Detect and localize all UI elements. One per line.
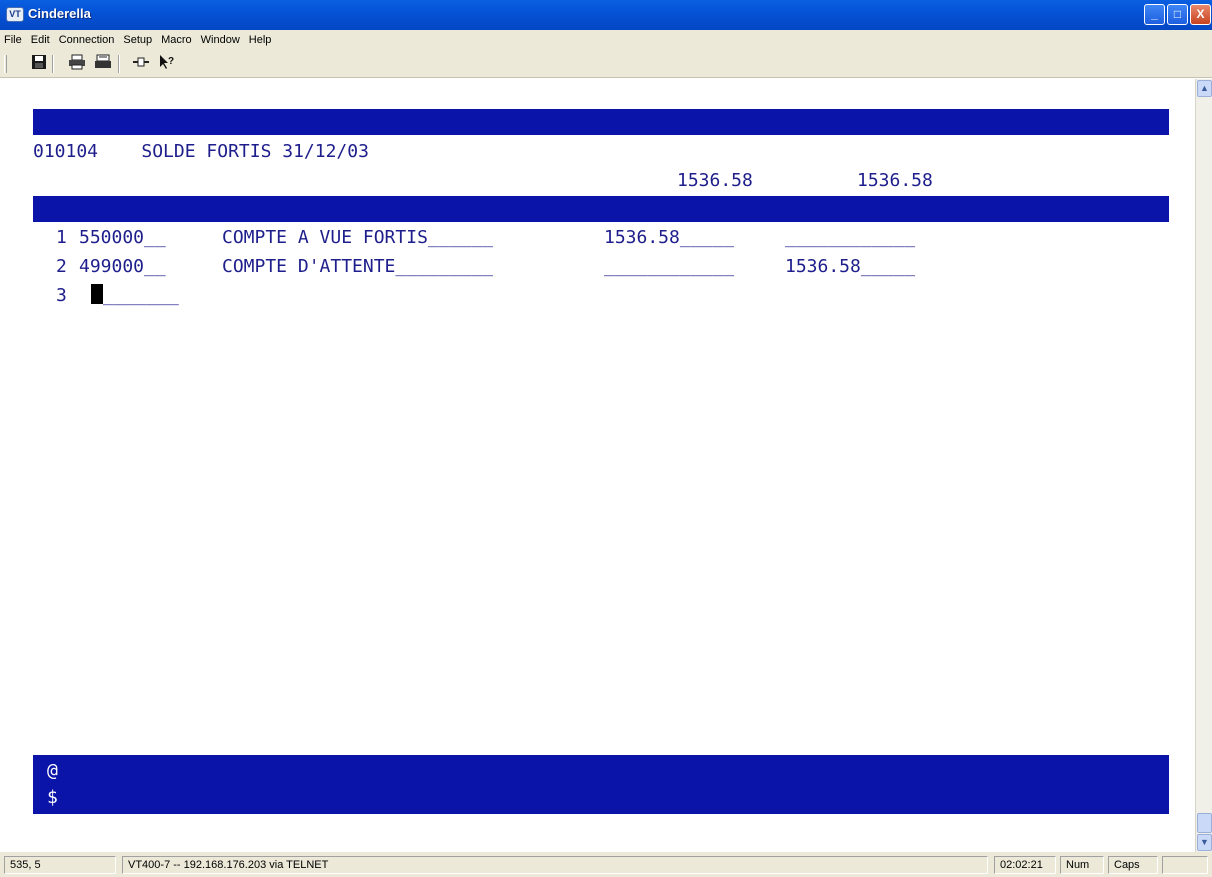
menu-help[interactable]: Help (249, 34, 272, 46)
message-line-1: @ (47, 760, 58, 781)
screen-header-bar: DETAIL POSTE DIVERS SERVITRAVEL DEMO NV. (33, 109, 1169, 184)
total-credit: 1536.58 (857, 170, 933, 191)
description-field[interactable]: COMPTE D'ATTENTE_________ (222, 254, 493, 280)
maximize-button[interactable]: □ (1167, 4, 1188, 25)
close-button[interactable]: X (1190, 4, 1211, 25)
context-help-icon[interactable]: ? (156, 54, 178, 74)
column-credit: CREDIT (783, 302, 849, 323)
num-lock-indicator: Num (1060, 856, 1104, 874)
credit-field[interactable]: 1536.58_____ (785, 254, 915, 280)
scroll-up-icon[interactable]: ▲ (1197, 80, 1212, 97)
credit-field[interactable]: ____________ (785, 225, 915, 251)
terminal-screen[interactable]: DETAIL POSTE DIVERS SERVITRAVEL DEMO NV.… (0, 79, 1195, 852)
connect-icon[interactable] (130, 54, 152, 74)
menu-macro[interactable]: Macro (161, 34, 192, 46)
column-header-bar: NO.COMPTE DESCRIPTION DEBIT CREDIT CODE … (33, 196, 1169, 349)
status-bar: 535, 5 VT400-7 -- 192.168.176.203 via TE… (0, 852, 1212, 877)
toolbar-separator (52, 55, 54, 73)
caps-lock-indicator: Caps (1108, 856, 1158, 874)
menu-file[interactable]: File (4, 34, 22, 46)
row-number: 2 (56, 256, 67, 277)
cursor-position: 535, 5 (4, 856, 116, 874)
title-bar[interactable]: VT Cinderella _ □ X (0, 0, 1212, 30)
menu-bar: File Edit Connection Setup Macro Window … (0, 30, 1212, 50)
row-number: 3 (56, 285, 67, 306)
scroll-down-icon[interactable]: ▼ (1197, 834, 1212, 851)
menu-connection[interactable]: Connection (59, 34, 115, 46)
row-number: 1 (56, 227, 67, 248)
toolbar-separator (118, 55, 120, 73)
account-field[interactable]: 499000__ (79, 254, 166, 280)
message-bar: @ $ (33, 755, 1169, 814)
connection-status: VT400-7 -- 192.168.176.203 via TELNET (122, 856, 988, 874)
reference-line: 010104 SOLDE FORTIS 31/12/03 (33, 141, 369, 162)
account-field[interactable]: _______ (103, 283, 179, 309)
menu-window[interactable]: Window (201, 34, 240, 46)
column-code: CODE C/F (969, 328, 1056, 349)
text-cursor (91, 283, 103, 309)
window-title: Cinderella (28, 6, 91, 21)
menu-edit[interactable]: Edit (31, 34, 50, 46)
status-panel-empty (1162, 856, 1208, 874)
svg-text:?: ? (168, 56, 174, 67)
debit-field[interactable]: 1536.58_____ (604, 225, 734, 251)
message-line-2: $ (47, 787, 58, 808)
print-setup-icon[interactable] (92, 54, 114, 74)
app-icon[interactable]: VT (6, 7, 24, 22)
clock: 02:02:21 (994, 856, 1056, 874)
scroll-thumb[interactable] (1197, 813, 1212, 833)
total-debit: 1536.58 (677, 170, 753, 191)
toolbar-grip[interactable] (4, 55, 7, 73)
save-icon[interactable] (28, 54, 50, 74)
toolbar: ? (0, 50, 1212, 78)
account-field[interactable]: 550000__ (79, 225, 166, 251)
vertical-scrollbar[interactable]: ▲ ▼ (1195, 79, 1212, 852)
description-field[interactable]: COMPTE A VUE FORTIS______ (222, 225, 493, 251)
menu-setup[interactable]: Setup (123, 34, 152, 46)
debit-field[interactable]: ____________ (604, 254, 734, 280)
minimize-button[interactable]: _ (1144, 4, 1165, 25)
print-icon[interactable] (66, 54, 88, 74)
